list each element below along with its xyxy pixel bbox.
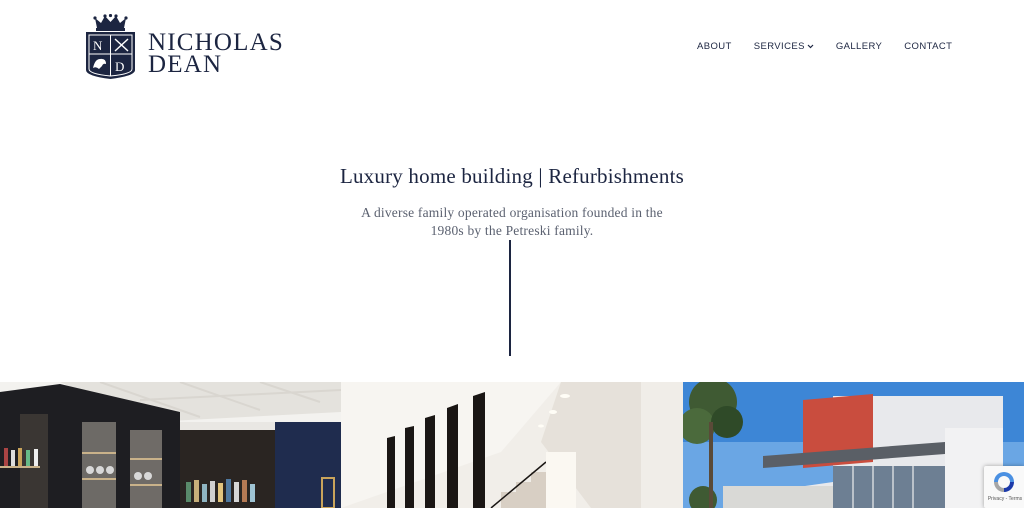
crest-letter-n: N xyxy=(93,38,103,53)
chevron-down-icon xyxy=(807,44,814,49)
nav-services-label: SERVICES xyxy=(753,41,805,52)
gallery-image-staircase[interactable] xyxy=(341,382,683,508)
gallery-image-house-exterior[interactable] xyxy=(683,382,1024,508)
crest-letter-d: D xyxy=(115,59,124,74)
nav-about-link[interactable]: ABOUT xyxy=(697,41,732,52)
nav-contact-link[interactable]: CONTACT xyxy=(904,41,952,52)
house-exterior-image xyxy=(683,382,1024,508)
gallery-strip xyxy=(0,382,1024,508)
recaptcha-footer-text: Privacy - Terms xyxy=(987,496,1023,502)
hero-subtitle: A diverse family operated organisation f… xyxy=(361,205,663,238)
vertical-divider xyxy=(509,240,511,356)
hero-title: Luxury home building | Refurbishments xyxy=(339,164,685,188)
staircase-image xyxy=(341,382,683,508)
gallery-image-bar-cabinet[interactable] xyxy=(0,382,341,508)
bar-cabinet-image xyxy=(0,382,341,508)
hero-section: Luxury home building | Refurbishments A … xyxy=(0,162,1024,240)
main-navigation: ABOUT SERVICES GALLERY CONTACT xyxy=(697,41,952,52)
brand-wordmark: NICHOLAS DEAN xyxy=(148,30,284,78)
site-logo[interactable]: N D NICHOLAS DEAN xyxy=(85,14,284,80)
brand-name-line2: DEAN xyxy=(148,51,223,78)
nav-services-dropdown[interactable]: SERVICES xyxy=(754,41,814,52)
recaptcha-badge[interactable]: Privacy - Terms xyxy=(984,466,1024,508)
nav-gallery-link[interactable]: GALLERY xyxy=(836,41,882,52)
recaptcha-icon xyxy=(994,472,1014,492)
crest-icon: N D xyxy=(86,14,135,79)
